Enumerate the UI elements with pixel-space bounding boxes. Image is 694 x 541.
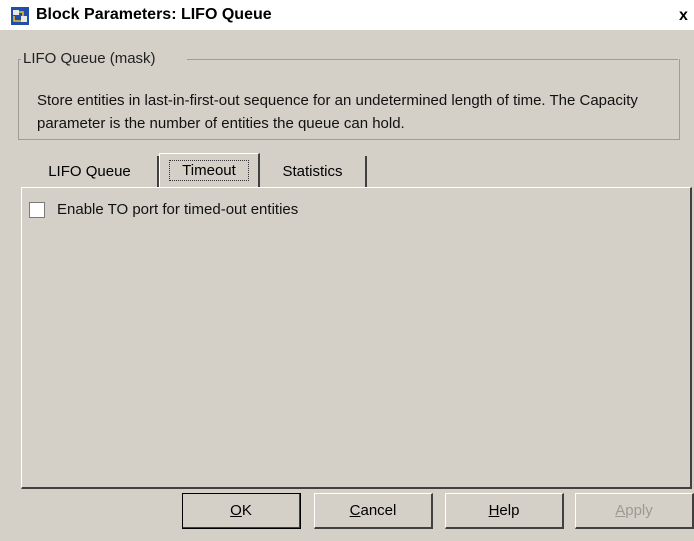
cancel-button[interactable]: Cancel xyxy=(314,493,433,529)
cancel-accelerator: C xyxy=(349,502,361,519)
enable-to-port-label[interactable]: Enable TO port for timed-out entities xyxy=(57,201,298,218)
apply-accelerator: A xyxy=(615,502,626,519)
ok-button[interactable]: OK xyxy=(182,493,301,529)
simulink-block-icon xyxy=(11,7,29,25)
help-button[interactable]: Help xyxy=(445,493,564,529)
ok-label-rest: K xyxy=(241,502,252,519)
groupbox-border-left xyxy=(18,59,21,60)
window-title: Block Parameters: LIFO Queue xyxy=(36,6,272,23)
block-description: Store entities in last-in-first-out sequ… xyxy=(37,92,638,132)
help-accelerator: H xyxy=(488,502,500,519)
apply-button[interactable]: Apply xyxy=(575,493,694,529)
tab-label: Timeout xyxy=(169,160,249,181)
title-bar[interactable]: Block Parameters: LIFO Queue x xyxy=(0,0,694,30)
enable-to-port-checkbox[interactable] xyxy=(29,202,45,218)
groupbox-border-right xyxy=(187,59,678,60)
timeout-tab-panel xyxy=(21,187,692,489)
tab-statistics[interactable]: Statistics xyxy=(260,156,367,187)
tab-label: Statistics xyxy=(282,163,343,180)
tab-timeout[interactable]: Timeout xyxy=(159,153,260,188)
groupbox-legend: LIFO Queue (mask) xyxy=(22,50,157,67)
cancel-label-rest: ancel xyxy=(360,502,397,519)
ok-accelerator: O xyxy=(230,502,242,519)
close-button[interactable]: x xyxy=(673,6,694,25)
apply-label-rest: pply xyxy=(625,502,653,519)
tab-lifo-queue[interactable]: LIFO Queue xyxy=(22,156,159,187)
tab-label: LIFO Queue xyxy=(48,163,131,180)
help-label-rest: elp xyxy=(499,502,520,519)
